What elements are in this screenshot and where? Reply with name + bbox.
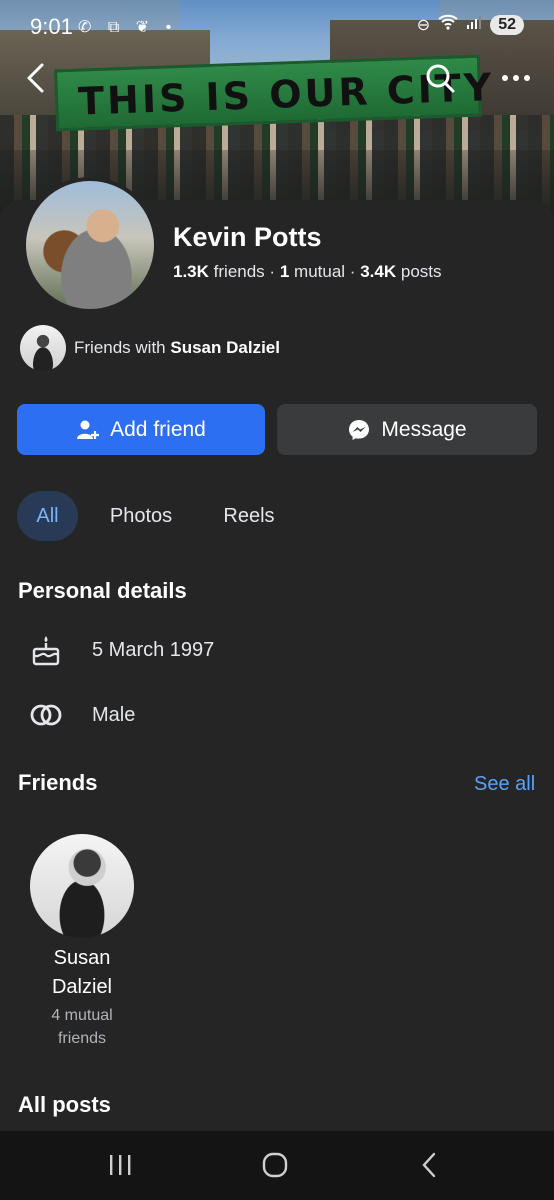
add-person-icon	[77, 420, 100, 439]
mutual-friend-name: Susan Dalziel	[170, 338, 280, 357]
search-icon	[426, 64, 455, 93]
stat-separator: ·	[269, 262, 276, 281]
system-nav-bar	[0, 1131, 554, 1200]
mutual-count: 1	[279, 262, 290, 281]
profile-stats: 1.3K friends · 1 mutual · 3.4K posts	[173, 262, 442, 282]
mutual-friend-row[interactable]: Friends with Susan Dalziel	[20, 325, 280, 371]
back-arrow-icon	[27, 63, 44, 93]
see-all-friends-link[interactable]: See all	[474, 773, 535, 796]
posts-word: posts	[400, 262, 442, 281]
search-button[interactable]	[424, 62, 456, 94]
add-friend-button[interactable]: Add friend	[17, 404, 265, 455]
status-time: 9:01	[30, 14, 73, 39]
gender-text: Male	[92, 703, 136, 726]
dnd-icon: ⊖	[416, 16, 431, 34]
home-button[interactable]	[245, 1143, 305, 1187]
status-bar: 9:01 ✆ ⧉ ❦ • ⊖ 52	[0, 0, 554, 56]
tab-reels[interactable]: Reels	[213, 491, 285, 541]
gender-rings-icon	[30, 704, 62, 726]
home-icon	[262, 1152, 288, 1178]
messenger-icon	[349, 419, 370, 440]
birthday-cake-icon	[32, 636, 60, 666]
back-button[interactable]	[22, 60, 52, 96]
tab-all[interactable]: All	[17, 491, 78, 541]
message-label: Message	[381, 417, 467, 441]
system-back-button[interactable]	[400, 1143, 460, 1187]
friend-mutual-line2: friends	[57, 1030, 107, 1047]
recent-apps-icon	[110, 1155, 131, 1175]
profile-avatar[interactable]	[22, 177, 158, 313]
system-back-icon	[422, 1152, 436, 1178]
friend-mutual-line1: 4 mutual	[51, 1007, 113, 1024]
more-dots-icon	[502, 75, 530, 81]
mutual-word: mutual	[294, 262, 346, 281]
friend-name[interactable]: Susan Dalziel	[22, 944, 142, 1002]
mutual-prefix: Friends with	[74, 338, 171, 357]
friend-avatar[interactable]	[30, 834, 134, 938]
gender-row: Male	[28, 697, 135, 733]
personal-details-heading: Personal details	[18, 578, 187, 603]
battery-indicator: 52	[490, 14, 524, 35]
all-posts-heading: All posts	[18, 1092, 111, 1117]
friend-mutual: 4 mutual friends	[22, 1004, 142, 1050]
tab-photos[interactable]: Photos	[98, 491, 184, 541]
mutual-friend-text: Friends with Susan Dalziel	[74, 338, 280, 358]
signal-icon	[466, 14, 482, 35]
posts-count: 3.4K	[360, 262, 397, 281]
friends-heading: Friends	[18, 770, 98, 795]
add-friend-label: Add friend	[110, 417, 206, 441]
message-button[interactable]: Message	[277, 404, 537, 455]
birthday-row: 5 March 1997	[28, 632, 214, 668]
friends-count: 1.3K	[173, 262, 209, 281]
notification-icons: ✆ ⧉ ❦ •	[78, 19, 178, 36]
birthday-text: 5 March 1997	[92, 638, 215, 661]
friends-word: friends	[213, 262, 265, 281]
wifi-icon	[438, 14, 458, 35]
mutual-friend-avatar	[20, 325, 66, 371]
stat-separator: ·	[349, 262, 356, 281]
recent-apps-button[interactable]	[90, 1143, 150, 1187]
profile-name: Kevin Potts	[173, 222, 322, 252]
status-right: ⊖ 52	[417, 14, 524, 35]
more-options-button[interactable]	[498, 62, 534, 94]
